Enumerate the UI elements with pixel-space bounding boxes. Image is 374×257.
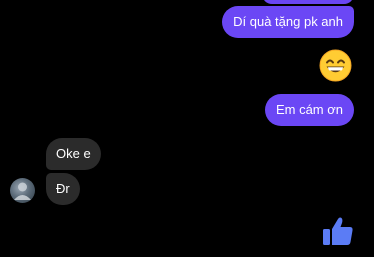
incoming-message[interactable]: Đr	[46, 173, 80, 205]
grinning-emoji-icon[interactable]	[319, 49, 352, 82]
chat-thread: Dí quà tặng pk anh Em cám ơn Oke e Đr	[0, 0, 374, 257]
message-text: Đr	[56, 181, 70, 196]
incoming-message[interactable]: Oke e	[46, 138, 101, 170]
message-text: Em cám ơn	[275, 102, 343, 117]
message-text: Oke e	[56, 146, 91, 161]
thumbs-up-icon[interactable]	[321, 214, 355, 248]
message-text: Dí quà tặng pk anh	[233, 14, 343, 29]
outgoing-message[interactable]: Em cám ơn	[264, 94, 354, 126]
avatar[interactable]	[10, 178, 35, 203]
previous-message-bubble[interactable]	[262, 0, 354, 4]
outgoing-message[interactable]: Dí quà tặng pk anh	[222, 6, 354, 38]
